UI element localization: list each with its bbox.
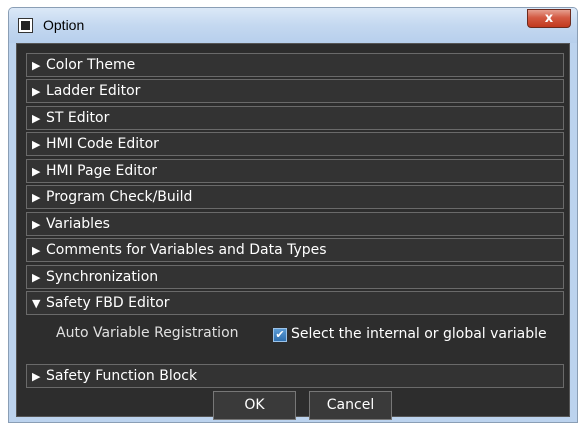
section-color-theme[interactable]: ▶ Color Theme — [26, 53, 564, 77]
section-label: Comments for Variables and Data Types — [46, 242, 327, 258]
triangle-down-icon: ▼ — [32, 297, 41, 310]
auto-variable-registration-label: Auto Variable Registration — [56, 325, 239, 341]
options-panel: ▶ Color Theme ▶ Ladder Editor ▶ ST Editor ▶… — [16, 43, 570, 420]
cancel-button[interactable]: Cancel — [309, 391, 392, 420]
triangle-right-icon: ▶ — [32, 85, 41, 98]
section-ladder-editor[interactable]: ▶ Ladder Editor — [26, 79, 564, 103]
section-label: Ladder Editor — [46, 83, 141, 99]
section-label: HMI Page Editor — [46, 163, 157, 179]
triangle-right-icon: ▶ — [32, 165, 41, 178]
section-label: Synchronization — [46, 269, 159, 285]
safety-fbd-editor-settings: Auto Variable Registration ✔ Select the … — [26, 320, 564, 364]
app-icon — [18, 18, 33, 33]
title-bar[interactable]: Option x — [9, 8, 577, 43]
option-dialog: Option x ▶ Color Theme ▶ Ladder Editor ▶ ST… — [8, 7, 578, 423]
triangle-right-icon: ▶ — [32, 112, 41, 125]
section-hmi-page-editor[interactable]: ▶ HMI Page Editor — [26, 159, 564, 183]
checkbox-label[interactable]: Select the internal or global variable — [291, 326, 547, 342]
section-comments-variables-data-types[interactable]: ▶ Comments for Variables and Data Types — [26, 238, 564, 262]
section-label: ST Editor — [46, 110, 110, 126]
section-variables[interactable]: ▶ Variables — [26, 212, 564, 236]
triangle-right-icon: ▶ — [32, 244, 41, 257]
triangle-right-icon: ▶ — [32, 218, 41, 231]
section-label: Safety Function Block — [46, 368, 198, 384]
section-label: Safety FBD Editor — [46, 295, 170, 311]
triangle-right-icon: ▶ — [32, 370, 41, 383]
window-title: Option — [43, 17, 85, 33]
section-program-check-build[interactable]: ▶ Program Check/Build — [26, 185, 564, 209]
section-label: HMI Code Editor — [46, 136, 159, 152]
auto-variable-registration-checkbox[interactable]: ✔ — [273, 328, 287, 342]
section-label: Color Theme — [46, 57, 136, 73]
ok-button[interactable]: OK — [213, 391, 296, 420]
close-button[interactable]: x — [527, 9, 571, 28]
triangle-right-icon: ▶ — [32, 138, 41, 151]
triangle-right-icon: ▶ — [32, 271, 41, 284]
section-label: Variables — [46, 216, 110, 232]
section-safety-function-block[interactable]: ▶ Safety Function Block — [26, 364, 564, 388]
section-st-editor[interactable]: ▶ ST Editor — [26, 106, 564, 130]
section-safety-fbd-editor[interactable]: ▼ Safety FBD Editor — [26, 291, 564, 315]
section-hmi-code-editor[interactable]: ▶ HMI Code Editor — [26, 132, 564, 156]
triangle-right-icon: ▶ — [32, 191, 41, 204]
triangle-right-icon: ▶ — [32, 59, 41, 72]
section-label: Program Check/Build — [46, 189, 193, 205]
section-synchronization[interactable]: ▶ Synchronization — [26, 265, 564, 289]
